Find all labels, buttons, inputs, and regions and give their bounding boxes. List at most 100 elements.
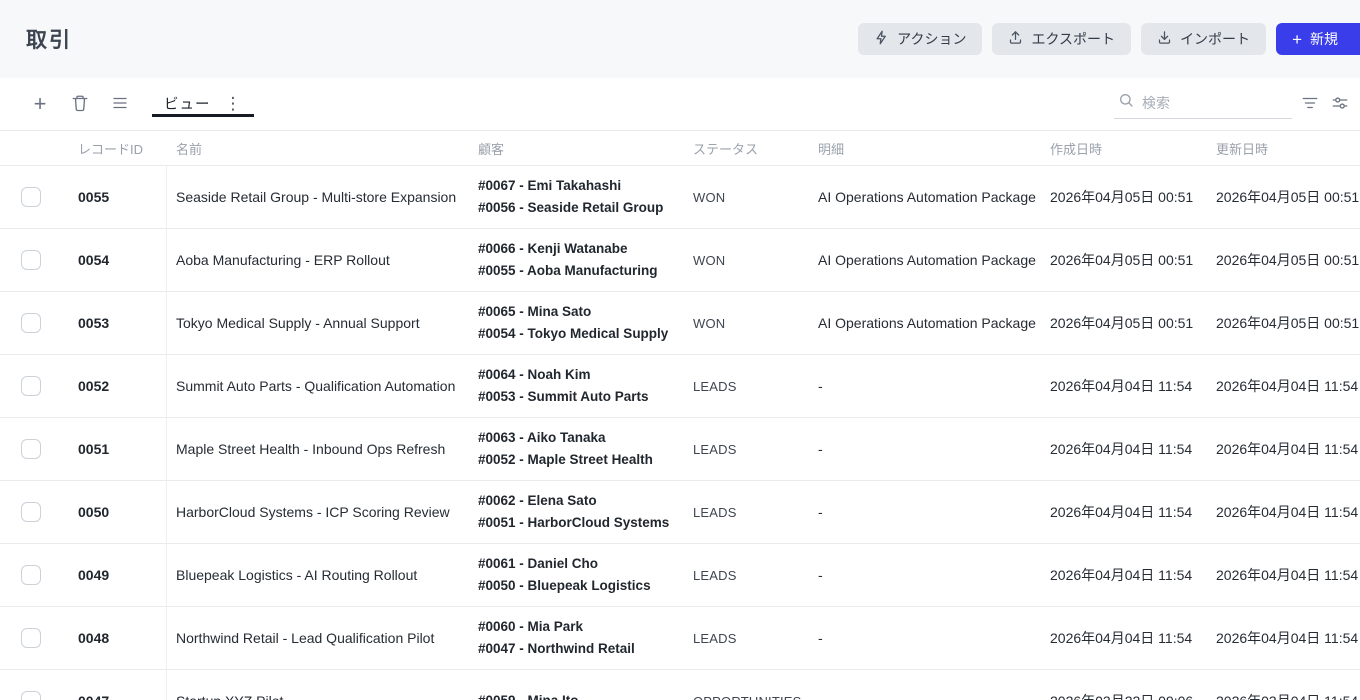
- download-icon: [1157, 30, 1172, 48]
- add-view-button[interactable]: +: [28, 92, 52, 116]
- cell-customer: #0064 - Noah Kim #0053 - Summit Auto Par…: [470, 355, 685, 417]
- customer-contact-link[interactable]: #0066 - Kenji Watanabe: [478, 238, 628, 261]
- actions-button-label: アクション: [897, 29, 966, 49]
- customer-contact-link[interactable]: #0065 - Mina Sato: [478, 301, 591, 324]
- table-row[interactable]: 0048 Northwind Retail - Lead Qualificati…: [0, 606, 1360, 669]
- detail-text: AI Operations Automation Package: [818, 252, 1036, 268]
- customer-company-link[interactable]: #0053 - Summit Auto Parts: [478, 386, 649, 409]
- row-checkbox[interactable]: [21, 565, 41, 585]
- status-text: LEADS: [693, 631, 737, 646]
- row-checkbox[interactable]: [21, 187, 41, 207]
- status-text: LEADS: [693, 442, 737, 457]
- column-header-updated[interactable]: 更新日時: [1205, 139, 1360, 158]
- cell-customer: #0062 - Elena Sato #0051 - HarborCloud S…: [470, 481, 685, 543]
- list-toolbar: + ビュー ⋮: [0, 78, 1360, 131]
- cell-customer: #0060 - Mia Park #0047 - Northwind Retai…: [470, 607, 685, 669]
- new-button-label: 新規: [1310, 29, 1338, 49]
- table-row[interactable]: 0049 Bluepeak Logistics - AI Routing Rol…: [0, 543, 1360, 606]
- updated-at-text: 2026年04月04日 11:54: [1216, 376, 1358, 396]
- updated-at-text: 2026年04月05日 00:51: [1216, 187, 1359, 207]
- table-row[interactable]: 0052 Summit Auto Parts - Qualification A…: [0, 354, 1360, 417]
- customer-company-link[interactable]: #0054 - Tokyo Medical Supply: [478, 323, 668, 346]
- updated-at-text: 2026年04月04日 11:54: [1216, 502, 1358, 522]
- updated-at-text: 2026年04月05日 00:51: [1216, 313, 1359, 333]
- table-row[interactable]: 0054 Aoba Manufacturing - ERP Rollout #0…: [0, 228, 1360, 291]
- row-checkbox[interactable]: [21, 502, 41, 522]
- page-title: 取引: [26, 24, 72, 54]
- created-at-text: 2026年04月04日 11:54: [1050, 376, 1192, 396]
- column-header-name[interactable]: 名前: [167, 139, 470, 158]
- deal-name-text: Seaside Retail Group - Multi-store Expan…: [176, 189, 456, 205]
- cell-customer: #0067 - Emi Takahashi #0056 - Seaside Re…: [470, 166, 685, 228]
- kebab-menu-icon[interactable]: ⋮: [225, 95, 242, 112]
- row-checkbox[interactable]: [21, 313, 41, 333]
- column-header-created[interactable]: 作成日時: [1040, 139, 1205, 158]
- checkbox-cell: [0, 292, 62, 354]
- cell-created: 2026年04月04日 11:54: [1040, 481, 1205, 543]
- detail-text: AI Operations Automation Package: [818, 189, 1036, 205]
- created-at-text: 2026年04月05日 00:51: [1050, 187, 1193, 207]
- customer-contact-link[interactable]: #0059 - Mina Ito: [478, 690, 579, 700]
- cell-updated: 2026年04月04日 11:54: [1205, 607, 1360, 669]
- delete-button[interactable]: [68, 92, 92, 116]
- customer-contact-link[interactable]: #0067 - Emi Takahashi: [478, 175, 621, 198]
- created-at-text: 2026年04月05日 00:51: [1050, 250, 1193, 270]
- customer-company-link[interactable]: #0051 - HarborCloud Systems: [478, 512, 669, 535]
- list-view-button[interactable]: [108, 92, 132, 116]
- customer-contact-link[interactable]: #0060 - Mia Park: [478, 616, 583, 639]
- column-header-record-id[interactable]: レコードID: [62, 139, 167, 158]
- status-text: WON: [693, 316, 725, 331]
- column-header-customer[interactable]: 顧客: [470, 139, 685, 158]
- table-row[interactable]: 0053 Tokyo Medical Supply - Annual Suppo…: [0, 291, 1360, 354]
- cell-detail: -: [810, 544, 1040, 606]
- export-button[interactable]: エクスポート: [992, 23, 1131, 55]
- table-row[interactable]: 0055 Seaside Retail Group - Multi-store …: [0, 165, 1360, 228]
- detail-text: -: [818, 504, 823, 520]
- row-checkbox[interactable]: [21, 628, 41, 648]
- cell-customer: #0059 - Mina Ito: [470, 670, 685, 700]
- row-checkbox[interactable]: [21, 691, 41, 700]
- actions-button[interactable]: アクション: [858, 23, 982, 55]
- cell-name: Tokyo Medical Supply - Annual Support: [167, 292, 470, 354]
- column-header-status[interactable]: ステータス: [685, 139, 810, 158]
- cell-customer: #0063 - Aiko Tanaka #0052 - Maple Street…: [470, 418, 685, 480]
- upload-icon: [1008, 30, 1023, 48]
- customer-company-link[interactable]: #0055 - Aoba Manufacturing: [478, 260, 658, 283]
- record-id-text: 0050: [78, 504, 109, 520]
- customer-contact-link[interactable]: #0063 - Aiko Tanaka: [478, 427, 606, 450]
- customer-company-link[interactable]: #0047 - Northwind Retail: [478, 638, 635, 661]
- cell-record-id: 0052: [62, 355, 167, 417]
- display-settings-button[interactable]: [1328, 92, 1352, 116]
- cell-status: LEADS: [685, 418, 810, 480]
- cell-status: WON: [685, 166, 810, 228]
- cell-updated: 2026年04月04日 11:54: [1205, 355, 1360, 417]
- table-row[interactable]: 0047 Startup XYZ Pilot #0059 - Mina Ito …: [0, 669, 1360, 700]
- tab-view[interactable]: ビュー ⋮: [152, 93, 254, 117]
- checkbox-cell: [0, 229, 62, 291]
- customer-company-link[interactable]: #0052 - Maple Street Health: [478, 449, 653, 472]
- table-row[interactable]: 0050 HarborCloud Systems - ICP Scoring R…: [0, 480, 1360, 543]
- toolbar-left: + ビュー ⋮: [28, 78, 254, 130]
- row-checkbox[interactable]: [21, 439, 41, 459]
- deals-page: 取引 アクション エクスポート インポート +: [0, 0, 1360, 700]
- table-row[interactable]: 0051 Maple Street Health - Inbound Ops R…: [0, 417, 1360, 480]
- row-checkbox[interactable]: [21, 376, 41, 396]
- row-checkbox[interactable]: [21, 250, 41, 270]
- search-input[interactable]: [1142, 95, 1272, 111]
- cell-status: OPPORTUNITIES: [685, 670, 810, 700]
- customer-contact-link[interactable]: #0061 - Daniel Cho: [478, 553, 598, 576]
- column-header-detail[interactable]: 明細: [810, 139, 1040, 158]
- filter-button[interactable]: [1298, 92, 1322, 116]
- customer-company-link[interactable]: #0056 - Seaside Retail Group: [478, 197, 663, 220]
- record-id-text: 0047: [78, 693, 109, 700]
- customer-contact-link[interactable]: #0064 - Noah Kim: [478, 364, 591, 387]
- cell-updated: 2026年04月05日 00:51: [1205, 292, 1360, 354]
- cell-detail: AI Operations Automation Package: [810, 166, 1040, 228]
- customer-contact-link[interactable]: #0062 - Elena Sato: [478, 490, 597, 513]
- detail-text: -: [818, 441, 823, 457]
- status-text: LEADS: [693, 568, 737, 583]
- customer-company-link[interactable]: #0050 - Bluepeak Logistics: [478, 575, 651, 598]
- new-button[interactable]: + 新規: [1276, 23, 1360, 55]
- import-button[interactable]: インポート: [1141, 23, 1266, 55]
- trash-icon: [71, 94, 89, 115]
